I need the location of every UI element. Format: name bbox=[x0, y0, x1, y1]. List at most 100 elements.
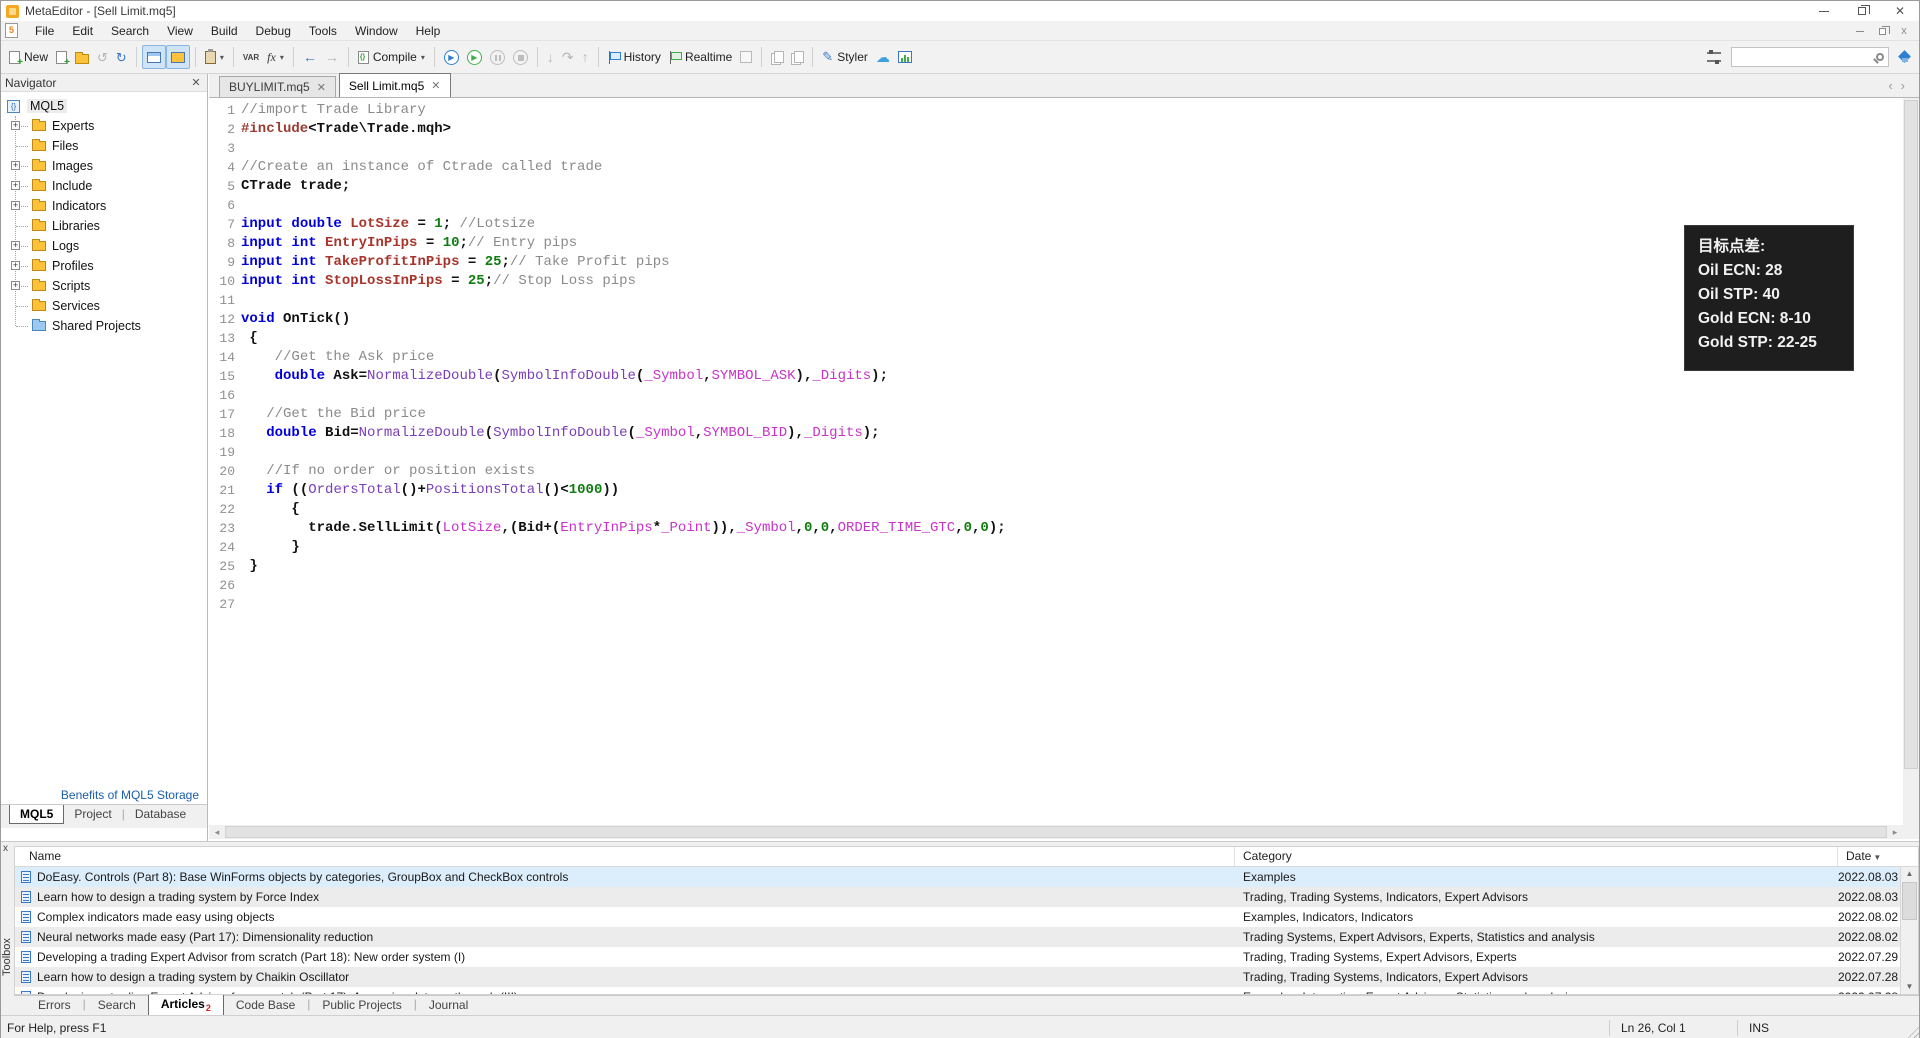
menu-view[interactable]: View bbox=[158, 21, 202, 41]
expand-plus-icon[interactable]: + bbox=[11, 281, 20, 290]
editor-horizontal-scrollbar[interactable]: ◂ ▸ bbox=[209, 825, 1903, 839]
hscroll-right-arrow[interactable]: ▸ bbox=[1887, 827, 1903, 838]
articles-vertical-scrollbar[interactable]: ▲ ▼ bbox=[1900, 867, 1918, 994]
pause-debug-button[interactable] bbox=[486, 45, 509, 69]
menu-window[interactable]: Window bbox=[346, 21, 407, 41]
variables-button[interactable]: VAR bbox=[239, 45, 263, 69]
toolbox-tab-code-base[interactable]: Code Base bbox=[224, 996, 307, 1014]
tree-item-include[interactable]: +Include bbox=[1, 176, 207, 196]
tree-item-services[interactable]: Services bbox=[1, 296, 207, 316]
code-line-7[interactable]: 7input double LotSize = 1; //Lotsize bbox=[209, 215, 1903, 234]
code-line-23[interactable]: 23 trade.SellLimit(LotSize,(Bid+(EntryIn… bbox=[209, 519, 1903, 538]
code-line-21[interactable]: 21 if ((OrdersTotal()+PositionsTotal()<1… bbox=[209, 481, 1903, 500]
storage-button[interactable]: ☁ bbox=[872, 45, 894, 69]
vscroll-thumb[interactable] bbox=[1904, 100, 1918, 769]
open-folder-button[interactable] bbox=[71, 45, 93, 69]
tree-item-logs[interactable]: +Logs bbox=[1, 236, 207, 256]
new-window-button[interactable] bbox=[52, 45, 71, 69]
code-line-26[interactable]: 26 bbox=[209, 576, 1903, 595]
mdi-close-button[interactable]: x bbox=[1893, 21, 1915, 41]
paste-button[interactable]: ▾ bbox=[201, 45, 228, 69]
toggle-navigator-button[interactable] bbox=[142, 45, 166, 69]
menu-tools[interactable]: Tools bbox=[300, 21, 346, 41]
code-line-10[interactable]: 10input int StopLossInPips = 25;// Stop … bbox=[209, 272, 1903, 291]
code-line-5[interactable]: 5CTrade trade; bbox=[209, 177, 1903, 196]
new-button[interactable]: New bbox=[5, 45, 52, 69]
menu-build[interactable]: Build bbox=[202, 21, 247, 41]
expand-plus-icon[interactable]: + bbox=[11, 161, 20, 170]
tree-item-profiles[interactable]: +Profiles bbox=[1, 256, 207, 276]
article-row[interactable]: Complex indicators made easy using objec… bbox=[15, 907, 1900, 927]
tree-item-shared-projects[interactable]: Shared Projects bbox=[1, 316, 207, 336]
mdi-minimize-button[interactable] bbox=[1849, 21, 1871, 41]
minimize-button[interactable] bbox=[1805, 1, 1843, 21]
tree-item-mql5-root[interactable]: {}MQL5 bbox=[1, 96, 207, 116]
code-line-13[interactable]: 13 { bbox=[209, 329, 1903, 348]
navigate-forward-button[interactable]: → bbox=[321, 45, 343, 69]
tree-item-images[interactable]: +Images bbox=[1, 156, 207, 176]
code-line-15[interactable]: 15 double Ask=NormalizeDouble(SymbolInfo… bbox=[209, 367, 1903, 386]
code-line-2[interactable]: 2#include<Trade\Trade.mqh> bbox=[209, 120, 1903, 139]
code-line-3[interactable]: 3 bbox=[209, 139, 1903, 158]
articles-scroll-thumb[interactable] bbox=[1902, 882, 1917, 920]
code-line-19[interactable]: 19 bbox=[209, 443, 1903, 462]
menu-search[interactable]: Search bbox=[102, 21, 158, 41]
column-header-name[interactable]: Name bbox=[15, 847, 1235, 866]
code-line-18[interactable]: 18 double Bid=NormalizeDouble(SymbolInfo… bbox=[209, 424, 1903, 443]
navigator-close-button[interactable]: ✕ bbox=[189, 76, 203, 89]
restore-button[interactable] bbox=[1843, 1, 1881, 21]
code-line-9[interactable]: 9input int TakeProfitInPips = 25;// Take… bbox=[209, 253, 1903, 272]
tree-item-files[interactable]: Files bbox=[1, 136, 207, 156]
copy-button[interactable] bbox=[767, 45, 787, 69]
code-line-22[interactable]: 22 { bbox=[209, 500, 1903, 519]
code-line-16[interactable]: 16 bbox=[209, 386, 1903, 405]
mql5-storage-link[interactable]: Benefits of MQL5 Storage bbox=[61, 788, 199, 802]
code-line-4[interactable]: 4//Create an instance of Ctrade called t… bbox=[209, 158, 1903, 177]
hscroll-thumb[interactable] bbox=[225, 826, 1887, 838]
column-header-date[interactable]: Date▼ bbox=[1838, 847, 1890, 866]
code-line-11[interactable]: 11 bbox=[209, 291, 1903, 310]
menu-debug[interactable]: Debug bbox=[247, 21, 300, 41]
tree-item-libraries[interactable]: Libraries bbox=[1, 216, 207, 236]
code-line-24[interactable]: 24 } bbox=[209, 538, 1903, 557]
article-row[interactable]: Developing a trading Expert Advisor from… bbox=[15, 987, 1900, 994]
menu-file[interactable]: File bbox=[26, 21, 63, 41]
styler-button[interactable]: ✎ Styler bbox=[818, 45, 872, 69]
navigator-tab-project[interactable]: Project bbox=[64, 805, 121, 823]
history-button[interactable]: History bbox=[604, 45, 665, 69]
navigate-back-button[interactable]: ← bbox=[299, 45, 321, 69]
toolbox-close-button[interactable]: x bbox=[3, 843, 8, 854]
start-debug-button[interactable]: ▶ bbox=[440, 45, 463, 69]
column-header-category[interactable]: Category bbox=[1235, 847, 1838, 866]
functions-button[interactable]: fx ▾ bbox=[263, 45, 288, 69]
tree-item-experts[interactable]: +Experts bbox=[1, 116, 207, 136]
toggle-toolbox-button[interactable] bbox=[166, 45, 190, 69]
tab-close-icon[interactable]: ✕ bbox=[431, 79, 440, 92]
debug-option-checkbox[interactable] bbox=[736, 45, 756, 69]
search-input[interactable] bbox=[1731, 47, 1889, 67]
mdi-restore-button[interactable] bbox=[1871, 21, 1893, 41]
help-education-icon[interactable] bbox=[1899, 51, 1911, 63]
code-editor[interactable]: 1//import Trade Library2#include<Trade\T… bbox=[209, 98, 1903, 825]
charts-button[interactable] bbox=[894, 45, 916, 69]
tab-scroll-arrows[interactable]: ‹› bbox=[1888, 78, 1913, 93]
expand-plus-icon[interactable]: + bbox=[11, 261, 20, 270]
tree-item-scripts[interactable]: +Scripts bbox=[1, 276, 207, 296]
scroll-up-arrow[interactable]: ▲ bbox=[1901, 867, 1918, 881]
code-line-27[interactable]: 27 bbox=[209, 595, 1903, 614]
code-line-6[interactable]: 6 bbox=[209, 196, 1903, 215]
expand-plus-icon[interactable]: + bbox=[11, 201, 20, 210]
editor-tab-sell-limit-mq5[interactable]: Sell Limit.mq5✕ bbox=[339, 73, 451, 97]
toolbox-tab-errors[interactable]: Errors bbox=[26, 996, 83, 1014]
code-line-12[interactable]: 12void OnTick() bbox=[209, 310, 1903, 329]
resize-grip[interactable] bbox=[1905, 1025, 1919, 1038]
toolbox-tab-journal[interactable]: Journal bbox=[417, 996, 480, 1014]
hscroll-left-arrow[interactable]: ◂ bbox=[209, 827, 225, 838]
article-row[interactable]: Learn how to design a trading system by … bbox=[15, 887, 1900, 907]
tab-close-icon[interactable]: ✕ bbox=[317, 81, 326, 94]
navigator-tab-database[interactable]: Database bbox=[125, 805, 196, 823]
toolbox-tab-public-projects[interactable]: Public Projects bbox=[310, 996, 413, 1014]
editor-vertical-scrollbar[interactable] bbox=[1903, 98, 1919, 825]
step-out-button[interactable]: ↑ bbox=[578, 45, 593, 69]
expand-plus-icon[interactable]: + bbox=[11, 121, 20, 130]
